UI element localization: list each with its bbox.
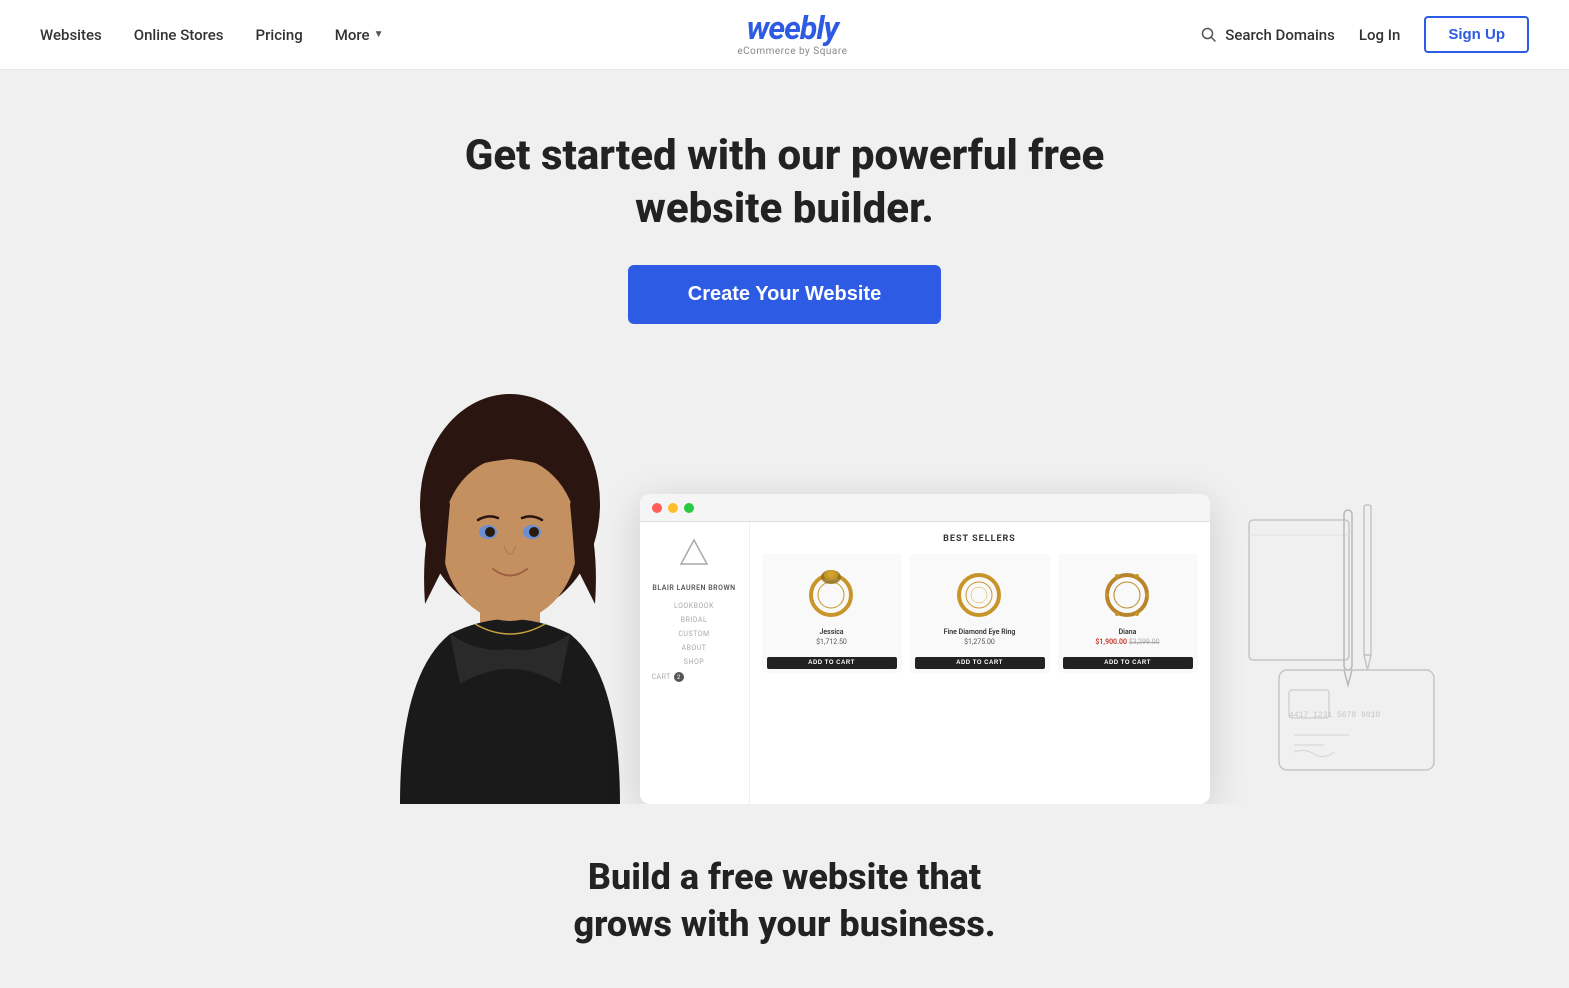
sidebar-nav-about[interactable]: ABOUT — [652, 644, 737, 652]
nav-link-more[interactable]: More ▼ — [335, 26, 384, 44]
product-card-diana: Diana $1,900.00 $3,299.00 ADD TO CART — [1058, 554, 1198, 673]
product-info-jessica: Jessica $1,712.50 ADD TO CART — [762, 624, 902, 673]
add-to-cart-diamond[interactable]: ADD TO CART — [915, 657, 1045, 669]
nav-link-websites[interactable]: Websites — [40, 26, 102, 44]
product-grid: Jessica $1,712.50 ADD TO CART — [762, 554, 1198, 673]
product-name-jessica: Jessica — [767, 628, 897, 636]
chevron-down-icon: ▼ — [374, 29, 384, 40]
mockup-body: BLAIR LAUREN BROWN LOOKBOOK BRIDAL CUSTO… — [640, 522, 1210, 804]
sidebar-nav-shop[interactable]: SHOP — [652, 658, 737, 666]
mockup-main: BEST SELLERS — [750, 522, 1210, 804]
sidebar-triangle-icon — [679, 538, 709, 568]
search-domains-button[interactable]: Search Domains — [1201, 26, 1335, 44]
product-image-diamond — [910, 554, 1050, 624]
sidebar-nav-cart[interactable]: CART 2 — [652, 672, 737, 682]
deco-pencils-card-icon: 4417 1231 5678 9010 — [1229, 500, 1449, 780]
hero-bottom: BLAIR LAUREN BROWN LOOKBOOK BRIDAL CUSTO… — [40, 384, 1529, 804]
ring-diamond-icon — [952, 557, 1007, 622]
product-info-diana: Diana $1,900.00 $3,299.00 ADD TO CART — [1058, 624, 1198, 673]
cart-badge: 2 — [674, 672, 684, 682]
logo-subtitle: eCommerce by Square — [737, 46, 847, 57]
sidebar-nav-lookbook[interactable]: LOOKBOOK — [652, 602, 737, 610]
nav-link-online-stores[interactable]: Online Stores — [134, 26, 224, 44]
dot-red — [652, 503, 662, 513]
signup-button[interactable]: Sign Up — [1424, 16, 1529, 53]
product-sale-price-diana: $1,900.00 — [1095, 638, 1127, 646]
lower-section: Build a free website that grows with you… — [0, 804, 1569, 988]
navbar: Websites Online Stores Pricing More ▼ we… — [0, 0, 1569, 70]
product-price-jessica: $1,712.50 — [767, 638, 897, 646]
search-icon — [1201, 27, 1217, 43]
product-card-jessica: Jessica $1,712.50 ADD TO CART — [762, 554, 902, 673]
add-to-cart-jessica[interactable]: ADD TO CART — [767, 657, 897, 669]
create-website-button[interactable]: Create Your Website — [628, 265, 941, 324]
product-price-diamond: $1,275.00 — [915, 638, 1045, 646]
product-card-diamond: Fine Diamond Eye Ring $1,275.00 ADD TO C… — [910, 554, 1050, 673]
mockup-section-title: BEST SELLERS — [762, 534, 1198, 544]
sidebar-nav-bridal[interactable]: BRIDAL — [652, 616, 737, 624]
nav-link-pricing[interactable]: Pricing — [256, 26, 303, 44]
mockup-sidebar: BLAIR LAUREN BROWN LOOKBOOK BRIDAL CUSTO… — [640, 522, 750, 804]
product-info-diamond: Fine Diamond Eye Ring $1,275.00 ADD TO C… — [910, 624, 1050, 673]
dot-green — [684, 503, 694, 513]
hero-title: Get started with our powerful free websi… — [435, 130, 1135, 235]
logo-wordmark: weebly — [737, 12, 847, 44]
logo: weebly eCommerce by Square — [737, 12, 847, 57]
ring-jessica-icon — [804, 557, 859, 622]
ring-diana-icon — [1100, 557, 1155, 622]
website-mockup: BLAIR LAUREN BROWN LOOKBOOK BRIDAL CUSTO… — [640, 494, 1210, 804]
nav-left: Websites Online Stores Pricing More ▼ — [40, 26, 383, 44]
person-image — [360, 384, 660, 804]
decorative-illustration: 4417 1231 5678 9010 — [1229, 500, 1449, 784]
add-to-cart-diana[interactable]: ADD TO CART — [1063, 657, 1193, 669]
product-name-diamond: Fine Diamond Eye Ring — [915, 628, 1045, 636]
mockup-titlebar — [640, 494, 1210, 522]
product-name-diana: Diana — [1063, 628, 1193, 636]
nav-right: Search Domains Log In Sign Up — [1201, 16, 1529, 53]
product-image-jessica — [762, 554, 902, 624]
product-orig-price-diana: $3,299.00 — [1129, 638, 1160, 646]
sidebar-logo — [652, 538, 737, 572]
dot-yellow — [668, 503, 678, 513]
sidebar-nav-custom[interactable]: CUSTOM — [652, 630, 737, 638]
product-price-diana: $1,900.00 $3,299.00 — [1063, 638, 1193, 646]
svg-text:4417 1231 5678 9010: 4417 1231 5678 9010 — [1289, 711, 1380, 720]
sidebar-brand-name: BLAIR LAUREN BROWN — [652, 584, 737, 592]
hero-section: Get started with our powerful free websi… — [0, 70, 1569, 804]
product-image-diana — [1058, 554, 1198, 624]
login-link[interactable]: Log In — [1359, 26, 1400, 44]
lower-title: Build a free website that grows with you… — [535, 854, 1035, 948]
